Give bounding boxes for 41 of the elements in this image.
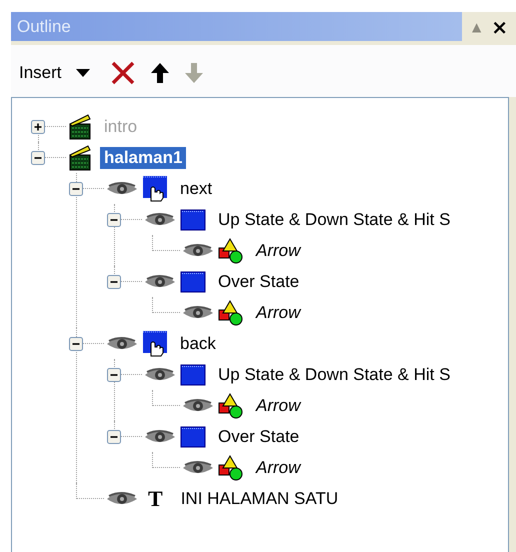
tree-item[interactable]: Arrow bbox=[252, 240, 304, 262]
text-tool-icon: T bbox=[148, 486, 163, 512]
square-icon bbox=[180, 364, 206, 386]
shapes-icon bbox=[218, 238, 244, 264]
hand-pointer-icon bbox=[142, 330, 168, 358]
tree-item[interactable]: Arrow bbox=[252, 456, 304, 478]
tree-item[interactable]: Arrow bbox=[252, 302, 304, 324]
square-icon bbox=[180, 208, 206, 230]
hand-pointer-icon bbox=[142, 174, 168, 202]
caret-icon bbox=[76, 69, 90, 77]
tree-item[interactable]: Over State bbox=[214, 270, 304, 292]
tree-item[interactable]: INI HALAMAN SATU bbox=[176, 488, 342, 510]
tree-item[interactable]: back bbox=[176, 332, 220, 354]
collapse-toggle[interactable] bbox=[107, 274, 121, 288]
shapes-icon bbox=[218, 300, 244, 326]
collapse-toggle[interactable] bbox=[69, 336, 83, 350]
clapperboard-icon bbox=[68, 144, 92, 170]
arrow-down-icon bbox=[184, 62, 204, 84]
close-icon bbox=[110, 61, 136, 85]
delete-button[interactable] bbox=[110, 61, 136, 85]
close-button[interactable]: × bbox=[491, 16, 508, 36]
insert-button[interactable]: Insert bbox=[19, 63, 90, 83]
arrow-up-icon bbox=[150, 62, 170, 84]
collapse-toggle[interactable] bbox=[107, 368, 121, 382]
tree-item[interactable]: Up State & Down State & Hit S bbox=[214, 208, 454, 230]
tree-item[interactable]: halaman1 bbox=[100, 146, 186, 168]
clapperboard-icon bbox=[68, 114, 92, 140]
tree-item[interactable]: Over State bbox=[214, 426, 304, 448]
collapse-toggle[interactable] bbox=[31, 150, 45, 164]
tree-item[interactable]: next bbox=[176, 178, 216, 200]
square-icon bbox=[180, 270, 206, 292]
move-up-button[interactable] bbox=[150, 62, 170, 84]
tree-item[interactable]: Arrow bbox=[252, 394, 304, 416]
collapse-toggle[interactable] bbox=[107, 212, 121, 226]
collapse-toggle[interactable] bbox=[69, 182, 83, 196]
shapes-icon bbox=[218, 392, 244, 418]
square-icon bbox=[180, 426, 206, 448]
panel-title: Outline bbox=[17, 16, 71, 36]
shapes-icon bbox=[218, 454, 244, 480]
tree-item[interactable]: Up State & Down State & Hit S bbox=[214, 364, 454, 386]
collapse-toggle[interactable] bbox=[107, 430, 121, 444]
